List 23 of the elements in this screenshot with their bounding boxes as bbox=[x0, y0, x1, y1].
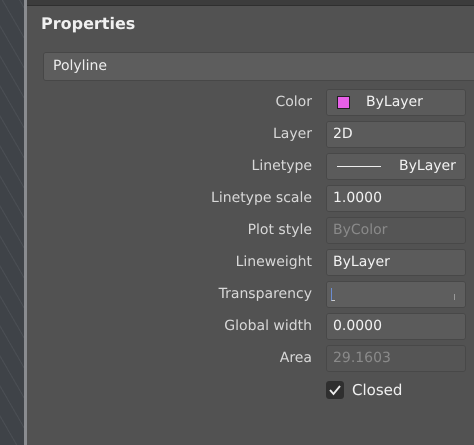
transparency-slider[interactable] bbox=[326, 280, 466, 308]
property-label: Color bbox=[274, 94, 313, 110]
checkbox-label: Closed bbox=[352, 381, 402, 399]
property-value-field[interactable]: 2D bbox=[326, 120, 466, 148]
linetype-dropdown[interactable]: ByLayer bbox=[326, 152, 466, 180]
checkbox[interactable] bbox=[326, 381, 344, 399]
property-value-field[interactable]: 0.0000 bbox=[326, 312, 466, 340]
property-value-field[interactable]: ByLayer bbox=[326, 248, 466, 276]
property-label: Plot style bbox=[246, 222, 313, 238]
property-label: Transparency bbox=[218, 286, 313, 302]
property-value-field[interactable]: 1.0000 bbox=[326, 184, 466, 212]
color-dropdown[interactable]: ByLayer bbox=[326, 88, 466, 116]
color-value: ByLayer bbox=[366, 94, 423, 110]
property-label: Lineweight bbox=[234, 254, 313, 270]
linetype-value: ByLayer bbox=[399, 158, 456, 174]
property-label: Area bbox=[278, 350, 313, 366]
panel-title: Properties bbox=[40, 13, 136, 35]
slider-thumb[interactable] bbox=[331, 288, 335, 300]
property-label: Linetype scale bbox=[210, 190, 313, 206]
object-type-dropdown[interactable]: Polyline bbox=[43, 52, 474, 81]
property-label: Linetype bbox=[250, 158, 313, 174]
property-label: Global width bbox=[223, 318, 313, 334]
property-label: Layer bbox=[272, 126, 313, 142]
